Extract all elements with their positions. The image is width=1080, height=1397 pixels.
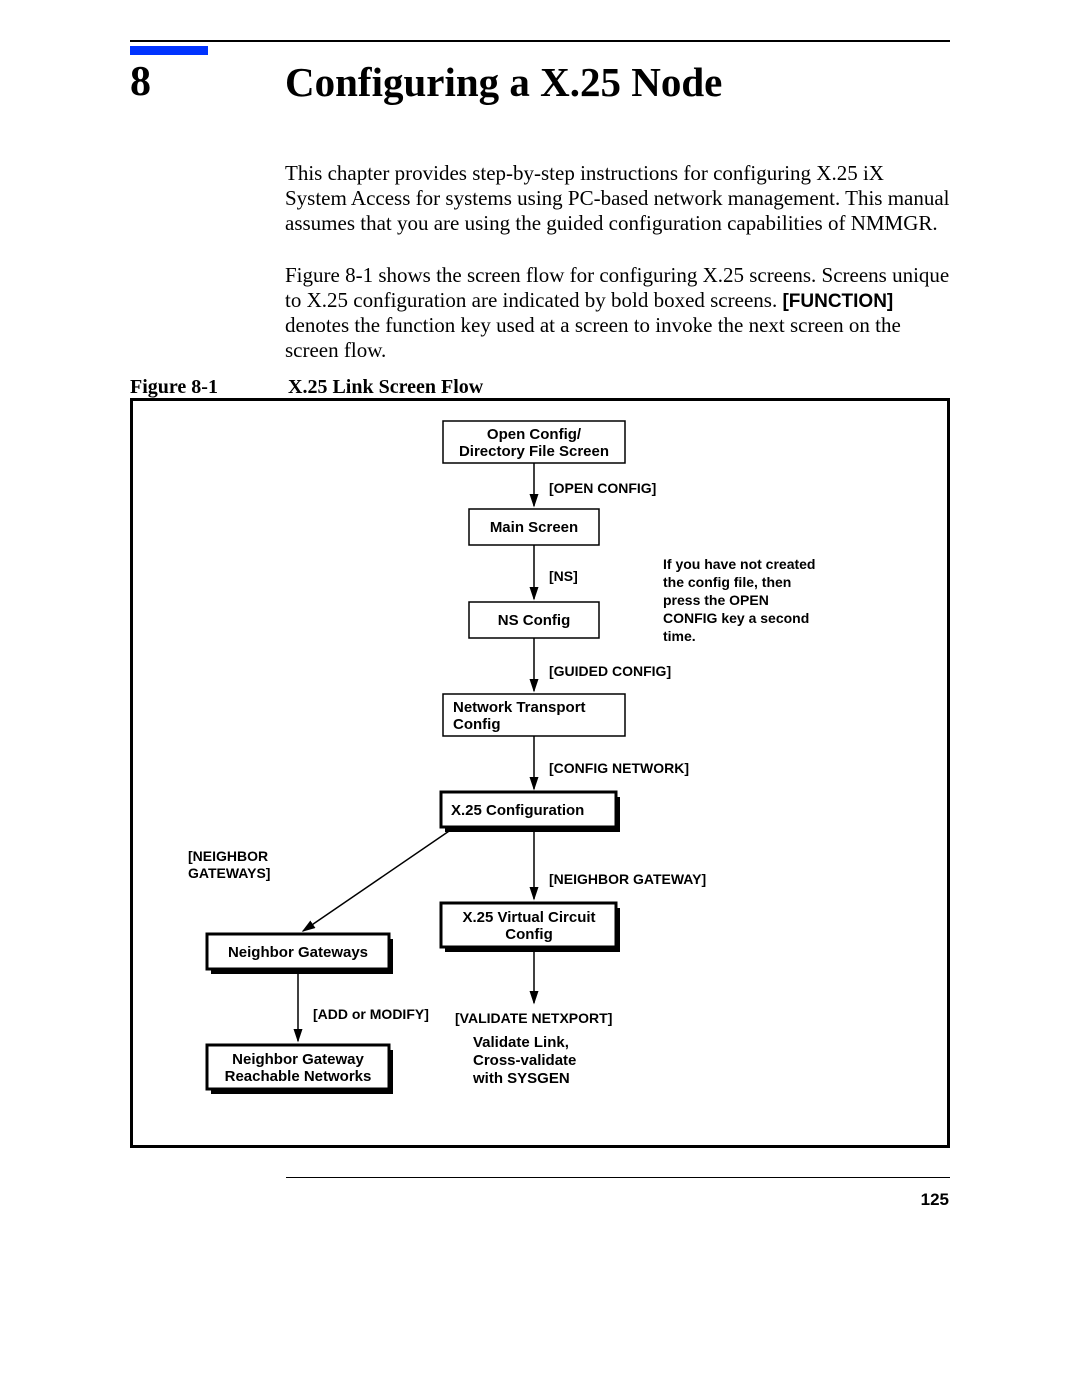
chapter-number: 8 [130, 58, 151, 106]
page-number: 125 [921, 1190, 949, 1210]
svg-text:Network Transport: Network Transport [453, 699, 586, 716]
svg-text:with SYSGEN: with SYSGEN [472, 1070, 570, 1087]
node-ngrn: Neighbor Gateway Reachable Networks [207, 1045, 393, 1094]
paragraph-2: Figure 8-1 shows the screen flow for con… [285, 263, 950, 363]
function-key-inline: [FUNCTION] [782, 291, 893, 312]
node-open-config: Open Config/ Directory File Screen [443, 421, 625, 463]
svg-text:Reachable Networks: Reachable Networks [225, 1068, 372, 1085]
svg-text:Cross-validate: Cross-validate [473, 1052, 576, 1069]
svg-text:the config file, then: the config file, then [663, 574, 791, 590]
paragraph-1: This chapter provides step-by-step instr… [285, 161, 950, 235]
node-x25-configuration: X.25 Configuration [441, 792, 620, 832]
node-x25-vcc: X.25 Virtual Circuit Config [441, 903, 620, 952]
svg-text:Validate Link,: Validate Link, [473, 1034, 569, 1051]
key-guided-config: [GUIDED CONFIG] [549, 663, 671, 679]
node-neighbor-gateways: Neighbor Gateways [207, 934, 393, 974]
node-network-transport-config: Network Transport Config [443, 694, 625, 736]
svg-text:time.: time. [663, 628, 696, 644]
svg-text:Neighbor Gateway: Neighbor Gateway [232, 1051, 364, 1068]
svg-text:Open Config/: Open Config/ [487, 426, 582, 443]
key-validate-netxport: [VALIDATE NETXPORT] [455, 1010, 612, 1026]
svg-text:Directory File Screen: Directory File Screen [459, 443, 609, 460]
svg-text:Config: Config [505, 926, 552, 943]
key-neighbor-gateways-2: GATEWAYS] [188, 865, 270, 881]
figure-container: Open Config/ Directory File Screen [OPEN… [130, 398, 950, 1148]
key-neighbor-gateway: [NEIGHBOR GATEWAY] [549, 871, 706, 887]
key-add-modify: [ADD or MODIFY] [313, 1006, 429, 1022]
key-neighbor-gateways-1: [NEIGHBOR [188, 848, 268, 864]
svg-text:If you have not created: If you have not created [663, 556, 815, 572]
svg-text:X.25 Configuration: X.25 Configuration [451, 802, 584, 819]
svg-text:NS Config: NS Config [498, 612, 571, 629]
svg-text:Config: Config [453, 716, 500, 733]
node-ns-config: NS Config [469, 602, 599, 638]
svg-text:X.25 Virtual Circuit: X.25 Virtual Circuit [462, 909, 595, 926]
key-ns: [NS] [549, 568, 578, 584]
note-open-config: If you have not created the config file,… [663, 556, 815, 644]
svg-text:press the OPEN: press the OPEN [663, 592, 769, 608]
svg-text:Neighbor Gateways: Neighbor Gateways [228, 944, 368, 961]
svg-text:Main Screen: Main Screen [490, 519, 578, 536]
node-main-screen: Main Screen [469, 509, 599, 545]
figure-label: Figure 8-1 [130, 376, 218, 399]
svg-text:CONFIG key a second: CONFIG key a second [663, 610, 809, 626]
figure-title: X.25 Link Screen Flow [288, 376, 483, 399]
accent-bar [130, 46, 208, 55]
chapter-title: Configuring a X.25 Node [285, 58, 722, 106]
key-open-config: [OPEN CONFIG] [549, 480, 656, 496]
key-config-network: [CONFIG NETWORK] [549, 760, 689, 776]
node-validate: Validate Link, Cross-validate with SYSGE… [472, 1034, 576, 1087]
